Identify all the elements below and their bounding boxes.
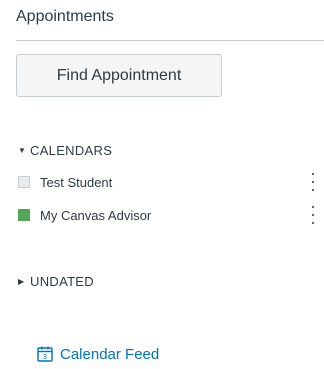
caret-down-icon: ▼ — [18, 146, 27, 155]
undated-section-label: UNDATED — [30, 274, 94, 289]
calendar-feed-label[interactable]: Calendar Feed — [60, 346, 159, 363]
more-options-icon[interactable] — [310, 173, 316, 191]
calendar-item-label[interactable]: My Canvas Advisor — [40, 208, 324, 223]
calendars-section-toggle[interactable]: ▼ CALENDARS — [18, 143, 112, 158]
caret-right-icon: ▶ — [18, 277, 25, 286]
calendar-icon-day: 3 — [43, 354, 47, 361]
panel-title: Appointments — [16, 8, 114, 25]
find-appointment-button[interactable]: Find Appointment — [16, 54, 222, 97]
calendar-feed-link[interactable]: 3 Calendar Feed — [36, 345, 159, 363]
undated-section-toggle[interactable]: ▶ UNDATED — [18, 274, 94, 289]
calendar-item-test-student[interactable]: Test Student — [18, 171, 324, 193]
calendars-section-label: CALENDARS — [30, 143, 113, 158]
appointments-panel: Appointments Find Appointment ▼ CALENDAR… — [0, 0, 324, 369]
calendar-item-label[interactable]: Test Student — [40, 175, 324, 190]
calendar-icon: 3 — [37, 346, 53, 362]
calendar-color-checkbox[interactable] — [18, 209, 30, 221]
calendar-item-my-canvas-advisor[interactable]: My Canvas Advisor — [18, 204, 324, 226]
title-divider — [16, 40, 324, 41]
calendar-color-checkbox[interactable] — [18, 176, 30, 188]
more-options-icon[interactable] — [310, 206, 316, 224]
